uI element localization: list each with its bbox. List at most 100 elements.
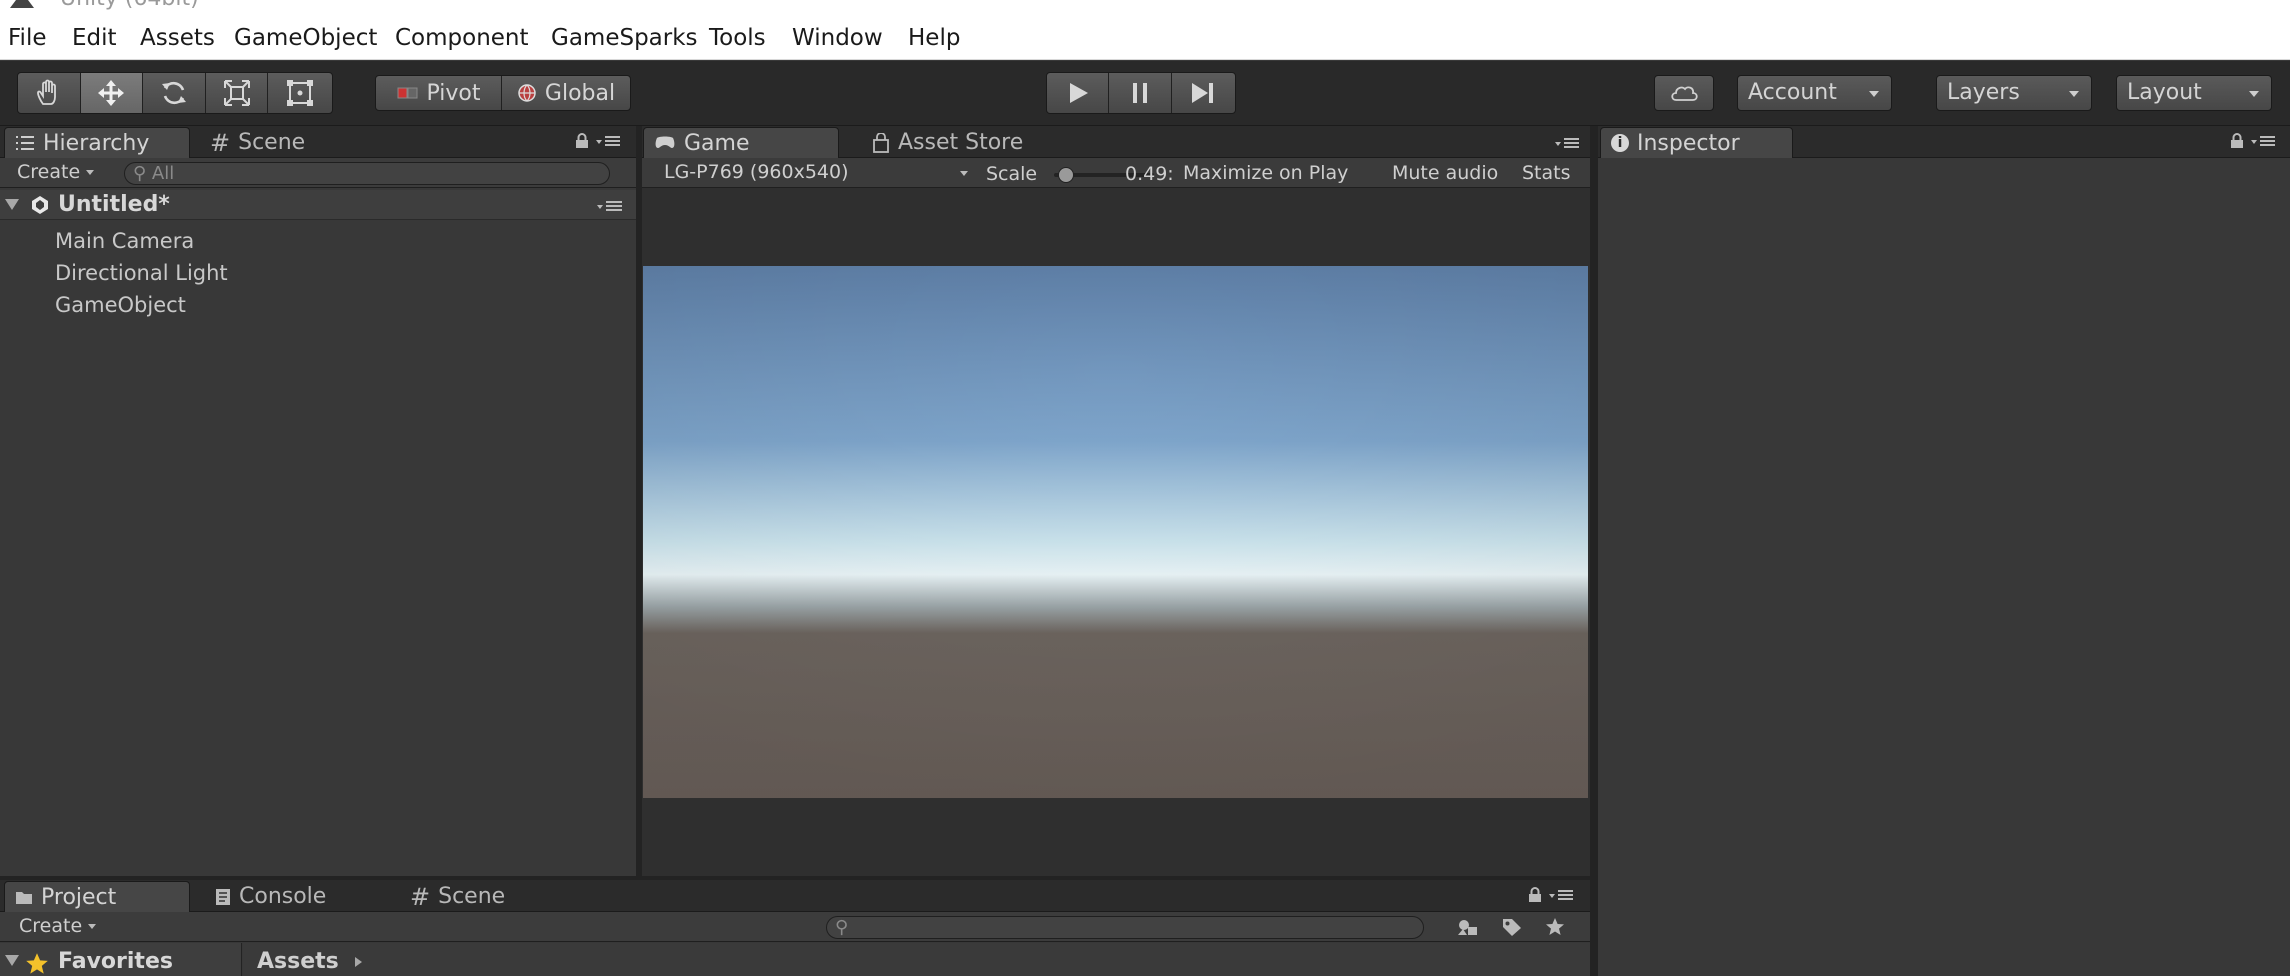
favorites-star-button[interactable] xyxy=(1535,914,1575,940)
project-toolbar: Create ⚲ xyxy=(0,912,1590,942)
rect-tool-button[interactable] xyxy=(268,73,332,113)
maximize-on-play-toggle[interactable]: Maximize on Play xyxy=(1183,162,1348,184)
filter-by-type-button[interactable] xyxy=(1448,914,1488,940)
tab-inspector[interactable]: i Inspector xyxy=(1600,127,1793,158)
hierarchy-panel: Hierarchy # Scene Create ⚲ All Untitled*… xyxy=(0,126,636,876)
chevron-down-icon xyxy=(86,170,95,175)
game-tab-options xyxy=(1554,136,1580,150)
inspector-tab-options xyxy=(2230,133,2276,149)
menu-bar: File Edit Assets GameObject Component Ga… xyxy=(0,14,2290,60)
filter-type-icon xyxy=(1458,920,1477,935)
tab-project-label: Project xyxy=(41,884,117,910)
expand-triangle-icon[interactable] xyxy=(5,199,19,210)
scale-slider-thumb[interactable] xyxy=(1058,167,1074,183)
stats-toggle[interactable]: Stats xyxy=(1522,162,1571,184)
hierarchy-item-directional-light[interactable]: Directional Light xyxy=(55,261,228,285)
mute-audio-toggle[interactable]: Mute audio xyxy=(1392,162,1498,184)
pause-button[interactable] xyxy=(1109,73,1172,113)
pause-icon xyxy=(1133,83,1148,103)
menu-gamesparks[interactable]: GameSparks xyxy=(551,25,698,51)
menu-tools[interactable]: Tools xyxy=(709,25,766,51)
search-icon: ⚲ xyxy=(133,163,147,184)
panel-splitter[interactable] xyxy=(1590,126,1598,976)
scene-header-row[interactable]: Untitled* xyxy=(0,190,636,220)
scale-value: 0.49: xyxy=(1125,163,1174,185)
global-label: Global xyxy=(544,80,616,106)
panel-menu-icon[interactable] xyxy=(2250,134,2276,148)
chevron-down-icon xyxy=(960,171,968,176)
scene-name: Untitled* xyxy=(58,192,170,217)
resolution-dropdown[interactable]: LG-P769 (960x540) xyxy=(664,161,974,183)
tab-scene[interactable]: # Scene xyxy=(200,127,330,158)
menu-assets[interactable]: Assets xyxy=(140,25,215,51)
tab-console[interactable]: Console xyxy=(205,881,355,912)
grid-icon: # xyxy=(410,882,431,911)
tab-game[interactable]: Game xyxy=(643,127,839,158)
assets-breadcrumb: Assets xyxy=(243,943,1590,976)
menu-help[interactable]: Help xyxy=(908,25,960,51)
resolution-label: LG-P769 (960x540) xyxy=(664,161,849,183)
rotate-tool-button[interactable] xyxy=(143,73,206,113)
star-icon xyxy=(1546,918,1564,935)
account-dropdown[interactable]: Account xyxy=(1737,75,1892,111)
menu-edit[interactable]: Edit xyxy=(72,25,117,51)
chevron-down-icon xyxy=(2069,91,2079,97)
favorites-label: Favorites xyxy=(58,949,173,974)
create-label: Create xyxy=(19,915,83,937)
main-toolbar: Pivot Global Account Layers Layout xyxy=(0,61,2290,126)
layers-dropdown[interactable]: Layers xyxy=(1936,75,2092,111)
tab-hierarchy[interactable]: Hierarchy xyxy=(4,127,190,158)
tab-inspector-label: Inspector xyxy=(1637,130,1740,156)
expand-triangle-icon[interactable] xyxy=(5,955,19,966)
tab-asset-store[interactable]: Asset Store xyxy=(862,127,1052,158)
project-create-dropdown[interactable]: Create xyxy=(19,915,97,937)
step-button[interactable] xyxy=(1172,73,1235,113)
menu-file[interactable]: File xyxy=(8,25,47,51)
tab-hierarchy-label: Hierarchy xyxy=(43,130,150,156)
panel-menu-icon[interactable] xyxy=(1548,888,1574,902)
menu-window[interactable]: Window xyxy=(792,25,883,51)
assets-breadcrumb-item[interactable]: Assets xyxy=(257,949,339,974)
pivot-toggle-button[interactable]: Pivot xyxy=(376,76,503,110)
menu-gameobject[interactable]: GameObject xyxy=(234,25,377,51)
inspector-tab-bar: i Inspector xyxy=(1598,126,2290,158)
game-view-render[interactable] xyxy=(643,266,1588,798)
play-icon xyxy=(1069,83,1088,103)
move-icon xyxy=(98,80,125,106)
lock-icon[interactable] xyxy=(1528,887,1542,903)
hierarchy-item-gameobject[interactable]: GameObject xyxy=(55,293,186,317)
star-icon xyxy=(26,953,48,974)
scale-tool-button[interactable] xyxy=(206,73,269,113)
panel-menu-icon[interactable] xyxy=(1554,136,1580,150)
move-tool-button[interactable] xyxy=(80,73,144,113)
chevron-down-icon xyxy=(1869,91,1879,97)
hierarchy-search-input[interactable]: ⚲ All xyxy=(124,162,610,185)
favorites-header[interactable]: Favorites xyxy=(0,943,242,976)
hierarchy-create-dropdown[interactable]: Create xyxy=(17,161,95,183)
project-search-input[interactable]: ⚲ xyxy=(826,916,1424,939)
unity-app-icon xyxy=(10,0,34,8)
lock-icon[interactable] xyxy=(2230,133,2244,149)
account-label: Account xyxy=(1748,80,1837,105)
play-button[interactable] xyxy=(1047,73,1110,113)
lock-icon[interactable] xyxy=(575,133,589,149)
shopping-bag-icon xyxy=(873,132,889,153)
tab-project[interactable]: Project xyxy=(4,881,190,912)
rotate-icon xyxy=(162,81,187,105)
hand-tool-button[interactable] xyxy=(18,73,81,113)
filter-by-label-button[interactable] xyxy=(1492,914,1532,940)
title-bar: Unity (64bit) xyxy=(0,0,2290,14)
panel-menu-icon[interactable] xyxy=(595,134,621,148)
menu-component[interactable]: Component xyxy=(395,25,529,51)
list-icon xyxy=(16,136,34,150)
cloud-button[interactable] xyxy=(1654,75,1714,111)
tab-scene[interactable]: # Scene xyxy=(400,881,530,912)
skybox-render xyxy=(643,266,1588,798)
scale-label: Scale xyxy=(986,163,1038,185)
scene-menu-icon[interactable] xyxy=(596,199,624,213)
hierarchy-item-main-camera[interactable]: Main Camera xyxy=(55,229,194,253)
global-toggle-button[interactable]: Global xyxy=(502,76,630,110)
layout-dropdown[interactable]: Layout xyxy=(2116,75,2272,111)
game-tab-bar: Game Asset Store xyxy=(642,126,1590,158)
tab-scene-label: Scene xyxy=(238,130,306,155)
